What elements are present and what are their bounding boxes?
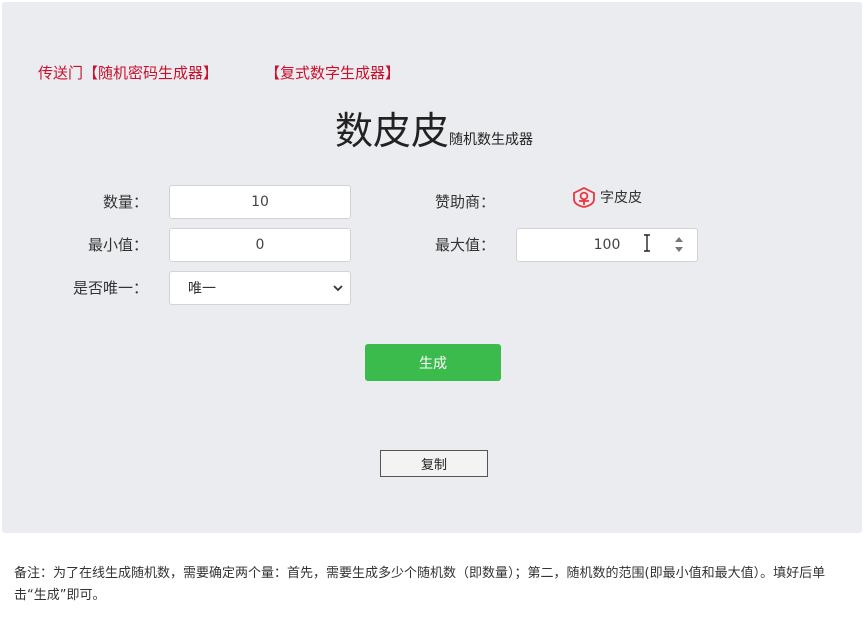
title-main: 数皮皮 (335, 109, 450, 153)
generate-button[interactable]: 生成 (365, 344, 501, 381)
unique-label: 是否唯一： (73, 279, 149, 297)
max-input[interactable] (516, 228, 698, 262)
copy-button[interactable]: 复制 (380, 450, 488, 477)
chevron-down-icon (333, 285, 343, 292)
title-sub: 随机数生成器 (449, 132, 534, 148)
spinner-arrows-icon[interactable] (674, 235, 684, 255)
min-label: 最小值： (88, 236, 149, 254)
min-input[interactable] (169, 228, 351, 262)
sponsor-name: 字皮皮 (600, 190, 642, 206)
quantity-input[interactable] (169, 185, 351, 219)
link-password-generator[interactable]: 传送门【随机密码生成器】 (38, 62, 218, 83)
quantity-label: 数量： (103, 193, 149, 211)
note-text: 备注：为了在线生成随机数，需要确定两个量：首先，需要生成多少个随机数（即数量）；… (14, 566, 826, 603)
sponsor-logo-icon (573, 186, 595, 208)
unique-select[interactable]: 唯一 (169, 271, 351, 305)
sponsor-label: 赞助商： (435, 193, 496, 211)
page-title: 数皮皮随机数生成器 (335, 100, 533, 155)
link-multiple-number-generator[interactable]: 【复式数字生成器】 (265, 62, 400, 83)
text-cursor-icon (644, 234, 650, 252)
max-label: 最大值： (435, 236, 496, 254)
unique-select-value: 唯一 (188, 281, 216, 297)
sponsor-logo[interactable]: 字皮皮 (572, 186, 642, 208)
